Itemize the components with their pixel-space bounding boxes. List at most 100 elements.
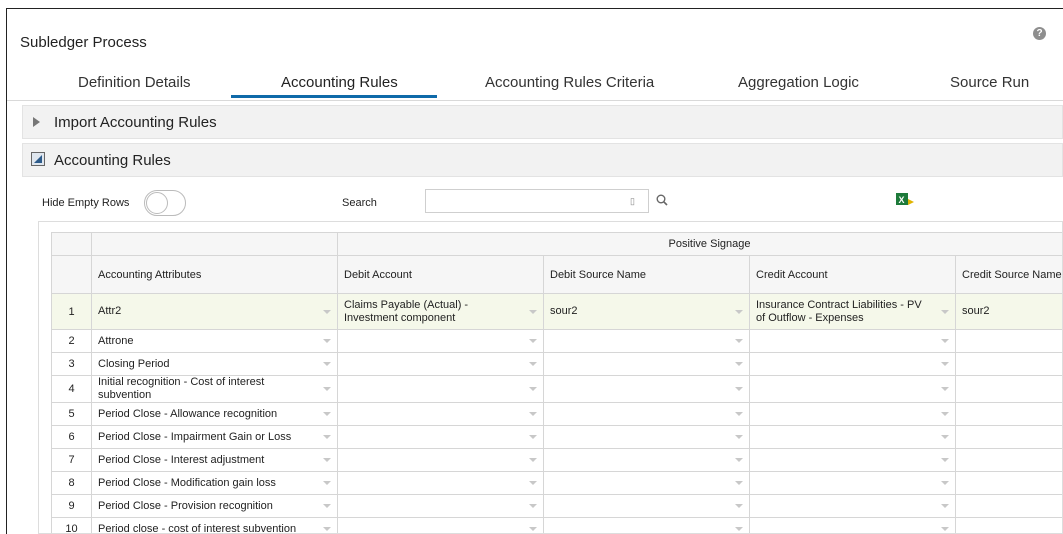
chevron-down-icon[interactable] [941, 458, 949, 462]
grid-cell[interactable]: sour2 [954, 293, 1062, 330]
grid-cell[interactable] [749, 448, 956, 472]
search-input[interactable] [425, 189, 649, 213]
grid-cell[interactable] [749, 471, 956, 495]
grid-cell[interactable]: Period Close - Allowance recognition [91, 402, 338, 426]
help-icon[interactable]: ? [1033, 27, 1046, 40]
grid-cell[interactable]: sour2 [543, 293, 750, 330]
grid-cell[interactable]: Attrone [91, 329, 338, 353]
chevron-down-icon[interactable] [735, 309, 743, 314]
chevron-down-icon[interactable] [735, 387, 743, 391]
grid-cell[interactable]: Period close - cost of interest subventi… [91, 517, 338, 533]
chevron-down-icon[interactable] [941, 339, 949, 343]
table-row[interactable]: 7 Period Close - Interest adjustment [51, 448, 1062, 472]
table-row[interactable]: 10 Period close - cost of interest subven… [51, 517, 1062, 533]
chevron-down-icon[interactable] [735, 435, 743, 439]
chevron-down-icon[interactable] [529, 504, 537, 508]
grid-cell[interactable] [954, 471, 1062, 495]
chevron-down-icon[interactable] [529, 435, 537, 439]
grid-cell[interactable] [954, 402, 1062, 426]
grid-cell[interactable] [749, 402, 956, 426]
triangle-right-icon[interactable] [33, 117, 40, 127]
grid-cell[interactable] [543, 471, 750, 495]
column-header[interactable]: Debit Source Name [543, 255, 750, 294]
tab-accounting-rules[interactable]: Accounting Rules [281, 74, 398, 91]
chevron-down-icon[interactable] [735, 504, 743, 508]
chevron-down-icon[interactable] [735, 362, 743, 366]
chevron-down-icon[interactable] [941, 504, 949, 508]
chevron-down-icon[interactable] [735, 527, 743, 531]
grid-cell[interactable] [543, 352, 750, 376]
grid-cell[interactable]: Period Close - Interest adjustment [91, 448, 338, 472]
chevron-down-icon[interactable] [735, 481, 743, 485]
chevron-down-icon[interactable] [529, 412, 537, 416]
chevron-down-icon[interactable] [529, 362, 537, 366]
grid-cell[interactable] [543, 448, 750, 472]
grid-cell[interactable] [543, 329, 750, 353]
chevron-down-icon[interactable] [323, 387, 331, 391]
chevron-down-icon[interactable] [941, 435, 949, 439]
column-header[interactable]: Credit Source Name [954, 255, 1062, 294]
grid-cell[interactable] [337, 448, 544, 472]
chevron-down-icon[interactable] [941, 309, 949, 314]
chevron-down-icon[interactable] [529, 387, 537, 391]
table-row[interactable]: 9 Period Close - Provision recognition [51, 494, 1062, 518]
chevron-down-icon[interactable] [323, 527, 331, 531]
tab-source-run[interactable]: Source Run [950, 74, 1029, 91]
grid-cell[interactable] [337, 517, 544, 533]
tab-aggregation-logic[interactable]: Aggregation Logic [738, 74, 859, 91]
grid-cell[interactable] [749, 329, 956, 353]
table-row[interactable]: 3 Closing Period [51, 352, 1062, 376]
chevron-down-icon[interactable] [323, 435, 331, 439]
chevron-down-icon[interactable] [941, 481, 949, 485]
grid-cell[interactable] [543, 494, 750, 518]
grid-cell[interactable] [954, 352, 1062, 376]
grid-cell[interactable]: Claims Payable (Actual) - Investment com… [337, 293, 544, 330]
tab-accounting-rules-criteria[interactable]: Accounting Rules Criteria [485, 74, 654, 91]
tab-definition-details[interactable]: Definition Details [78, 74, 191, 91]
grid-cell[interactable] [954, 425, 1062, 449]
table-row[interactable]: 6 Period Close - Impairment Gain or Loss [51, 425, 1062, 449]
chevron-down-icon[interactable] [941, 412, 949, 416]
grid-cell[interactable]: Period Close - Impairment Gain or Loss [91, 425, 338, 449]
grid-cell[interactable] [954, 375, 1062, 403]
grid-cell[interactable]: Period Close - Modification gain loss [91, 471, 338, 495]
grid-cell[interactable] [749, 517, 956, 533]
grid-cell[interactable] [543, 375, 750, 403]
grid-cell[interactable] [954, 494, 1062, 518]
column-header[interactable]: Credit Account [749, 255, 956, 294]
grid-cell[interactable] [337, 352, 544, 376]
column-header[interactable]: Accounting Attributes [91, 255, 338, 294]
chevron-down-icon[interactable] [529, 309, 537, 314]
grid-cell[interactable]: Closing Period [91, 352, 338, 376]
grid-cell[interactable] [337, 494, 544, 518]
collapse-icon[interactable] [31, 152, 45, 166]
accounting-rules-section[interactable]: Accounting Rules [22, 143, 1063, 177]
grid-cell[interactable] [337, 375, 544, 403]
grid-cell[interactable] [954, 517, 1062, 533]
excel-export-icon[interactable]: X [896, 193, 914, 207]
table-row[interactable]: 2 Attrone [51, 329, 1062, 353]
table-row[interactable]: 1 Attr2 Claims Payable (Actual) - Investme… [51, 293, 1062, 330]
grid-cell[interactable] [337, 402, 544, 426]
grid-cell[interactable] [337, 471, 544, 495]
grid-cell[interactable] [749, 494, 956, 518]
chevron-down-icon[interactable] [735, 339, 743, 343]
grid-cell[interactable] [337, 329, 544, 353]
grid-cell[interactable] [337, 425, 544, 449]
grid-cell[interactable] [749, 375, 956, 403]
search-icon[interactable] [656, 194, 668, 206]
grid-cell[interactable]: Insurance Contract Liabilities - PV of O… [749, 293, 956, 330]
chevron-down-icon[interactable] [529, 458, 537, 462]
chevron-down-icon[interactable] [529, 481, 537, 485]
chevron-down-icon[interactable] [323, 309, 331, 314]
chevron-down-icon[interactable] [529, 527, 537, 531]
grid-cell[interactable]: Attr2 [91, 293, 338, 330]
hide-empty-rows-toggle[interactable] [144, 190, 186, 216]
import-accounting-rules-section[interactable]: Import Accounting Rules [22, 105, 1063, 139]
grid-cell[interactable] [543, 517, 750, 533]
grid-cell[interactable]: Period Close - Provision recognition [91, 494, 338, 518]
chevron-down-icon[interactable] [941, 362, 949, 366]
grid-cell[interactable] [543, 402, 750, 426]
grid-cell[interactable] [954, 329, 1062, 353]
column-header[interactable]: Debit Account [337, 255, 544, 294]
